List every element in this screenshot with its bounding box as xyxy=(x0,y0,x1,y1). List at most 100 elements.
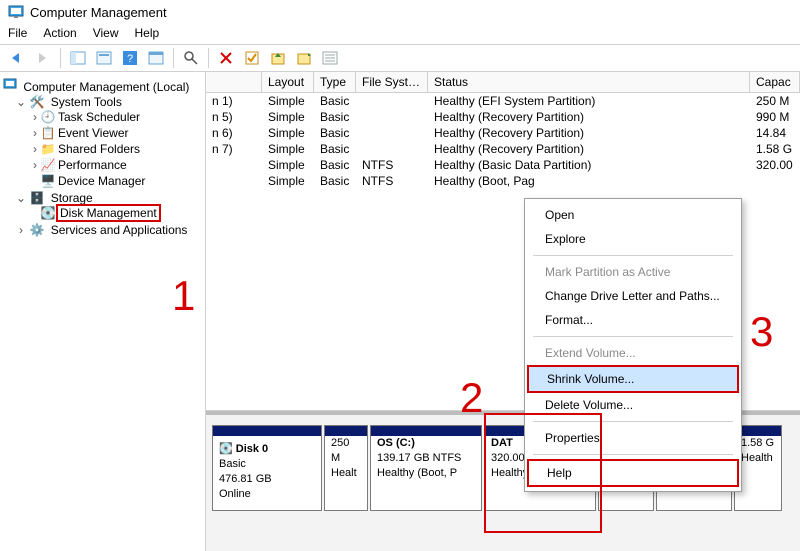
ctx-extend[interactable]: Extend Volume... xyxy=(527,341,739,365)
ctx-explore[interactable]: Explore xyxy=(527,227,739,251)
list-button[interactable] xyxy=(319,47,341,69)
volume-cell-status: Healthy (EFI System Partition) xyxy=(428,93,750,109)
ctx-shrink[interactable]: Shrink Volume... xyxy=(527,365,739,393)
volume-cell-fs xyxy=(356,109,428,125)
volume-cell-cap: 320.00 xyxy=(750,157,800,173)
ctx-help[interactable]: Help xyxy=(527,459,739,487)
event-icon: 📋 xyxy=(40,126,56,140)
toolbar: ? xyxy=(0,44,800,72)
volume-row[interactable]: SimpleBasicNTFSHealthy (Basic Data Parti… xyxy=(206,157,800,173)
check-button[interactable] xyxy=(241,47,263,69)
window-title: Computer Management xyxy=(30,5,167,20)
show-hide-tree-button[interactable] xyxy=(67,47,89,69)
disk-drive-icon: 💽 xyxy=(219,443,233,455)
volume-cell-status: Healthy (Recovery Partition) xyxy=(428,141,750,157)
volume-cell-status: Healthy (Basic Data Partition) xyxy=(428,157,750,173)
volume-cell-cap: 250 M xyxy=(750,93,800,109)
volume-cell-fs xyxy=(356,93,428,109)
expand-storage[interactable]: ⌄ xyxy=(16,191,26,205)
disk-type: Basic xyxy=(219,458,246,470)
volume-cell-cap xyxy=(750,173,800,189)
tree-system-tools[interactable]: System Tools xyxy=(49,95,124,109)
volume-cell-vol: n 5) xyxy=(206,109,262,125)
services-icon: ⚙️ xyxy=(29,223,45,237)
volume-cell-vol: n 1) xyxy=(206,93,262,109)
expand-shared-folders[interactable]: › xyxy=(30,142,40,156)
volume-row[interactable]: n 1)SimpleBasicHealthy (EFI System Parti… xyxy=(206,93,800,109)
partition-title: OS (C:) xyxy=(377,436,475,451)
console-tree: Computer Management (Local) ⌄ 🛠️ System … xyxy=(0,72,206,551)
tree-performance[interactable]: Performance xyxy=(56,158,129,172)
folder-share-icon: 📁 xyxy=(40,142,56,156)
device-icon: 🖥️ xyxy=(40,174,56,188)
ctx-change-letter[interactable]: Change Drive Letter and Paths... xyxy=(527,284,739,308)
tree-task-scheduler[interactable]: Task Scheduler xyxy=(56,110,142,124)
root-icon xyxy=(2,77,18,94)
volume-row[interactable]: n 5)SimpleBasicHealthy (Recovery Partiti… xyxy=(206,109,800,125)
volume-cell-type: Basic xyxy=(314,109,356,125)
annotation-2: 2 xyxy=(460,374,483,422)
export-button[interactable] xyxy=(293,47,315,69)
menu-view[interactable]: View xyxy=(93,26,119,40)
partition-status: Healthy (Boot, P xyxy=(377,466,475,481)
partition-size: 139.17 GB NTFS xyxy=(377,451,475,466)
col-status[interactable]: Status xyxy=(428,72,750,92)
tree-event-viewer[interactable]: Event Viewer xyxy=(56,126,130,140)
tree-storage[interactable]: Storage xyxy=(49,191,95,205)
tree-disk-management[interactable]: Disk Management xyxy=(56,204,161,222)
disk-state: Online xyxy=(219,488,251,500)
volume-row[interactable]: n 6)SimpleBasicHealthy (Recovery Partiti… xyxy=(206,125,800,141)
up-button[interactable] xyxy=(267,47,289,69)
forward-button[interactable] xyxy=(32,47,54,69)
help-toolbar-button[interactable]: ? xyxy=(119,47,141,69)
volume-cell-layout: Simple xyxy=(262,125,314,141)
partition-block[interactable]: OS (C:)139.17 GB NTFSHealthy (Boot, P xyxy=(370,425,482,511)
tree-root[interactable]: Computer Management (Local) xyxy=(21,80,191,94)
ctx-properties[interactable]: Properties xyxy=(527,426,739,450)
volume-row[interactable]: n 7)SimpleBasicHealthy (Recovery Partiti… xyxy=(206,141,800,157)
volume-cell-vol: n 7) xyxy=(206,141,262,157)
volume-cell-layout: Simple xyxy=(262,93,314,109)
ctx-delete[interactable]: Delete Volume... xyxy=(527,393,739,417)
expand-performance[interactable]: › xyxy=(30,158,40,172)
expand-services[interactable]: › xyxy=(16,223,26,237)
menubar: File Action View Help xyxy=(0,24,800,44)
volume-cell-cap: 990 M xyxy=(750,109,800,125)
menu-file[interactable]: File xyxy=(8,26,27,40)
window-titlebar: Computer Management xyxy=(0,0,800,24)
expand-event-viewer[interactable]: › xyxy=(30,126,40,140)
tree-services-apps[interactable]: Services and Applications xyxy=(49,223,190,237)
back-button[interactable] xyxy=(6,47,28,69)
partition-block[interactable]: 250 MHealt xyxy=(324,425,368,511)
ctx-open[interactable]: Open xyxy=(527,203,739,227)
clock-icon: 🕘 xyxy=(40,110,56,124)
refresh-button[interactable] xyxy=(145,47,167,69)
expand-task-scheduler[interactable]: › xyxy=(30,110,40,124)
volume-cell-status: Healthy (Recovery Partition) xyxy=(428,125,750,141)
col-capacity[interactable]: Capac xyxy=(750,72,800,92)
col-volume[interactable] xyxy=(206,72,262,92)
menu-action[interactable]: Action xyxy=(43,26,76,40)
delete-button[interactable] xyxy=(215,47,237,69)
volume-cell-status: Healthy (Boot, Pag xyxy=(428,173,750,189)
tree-shared-folders[interactable]: Shared Folders xyxy=(56,142,142,156)
disk-size: 476.81 GB xyxy=(219,473,272,485)
volume-cell-layout: Simple xyxy=(262,173,314,189)
expand-system-tools[interactable]: ⌄ xyxy=(16,95,26,109)
disk-icon: 💽 xyxy=(40,206,56,220)
ctx-mark-active[interactable]: Mark Partition as Active xyxy=(527,260,739,284)
tree-device-manager[interactable]: Device Manager xyxy=(56,174,147,188)
disk-0-info[interactable]: 💽 Disk 0 Basic 476.81 GB Online xyxy=(212,425,322,511)
volume-cell-type: Basic xyxy=(314,157,356,173)
volume-cell-cap: 14.84 xyxy=(750,125,800,141)
find-button[interactable] xyxy=(180,47,202,69)
volume-cell-fs: NTFS xyxy=(356,173,428,189)
col-layout[interactable]: Layout xyxy=(262,72,314,92)
col-fs[interactable]: File System xyxy=(356,72,428,92)
col-type[interactable]: Type xyxy=(314,72,356,92)
ctx-format[interactable]: Format... xyxy=(527,308,739,332)
volume-row[interactable]: SimpleBasicNTFSHealthy (Boot, Pag xyxy=(206,173,800,189)
volume-cell-type: Basic xyxy=(314,125,356,141)
menu-help[interactable]: Help xyxy=(135,26,160,40)
properties-toolbar-button[interactable] xyxy=(93,47,115,69)
